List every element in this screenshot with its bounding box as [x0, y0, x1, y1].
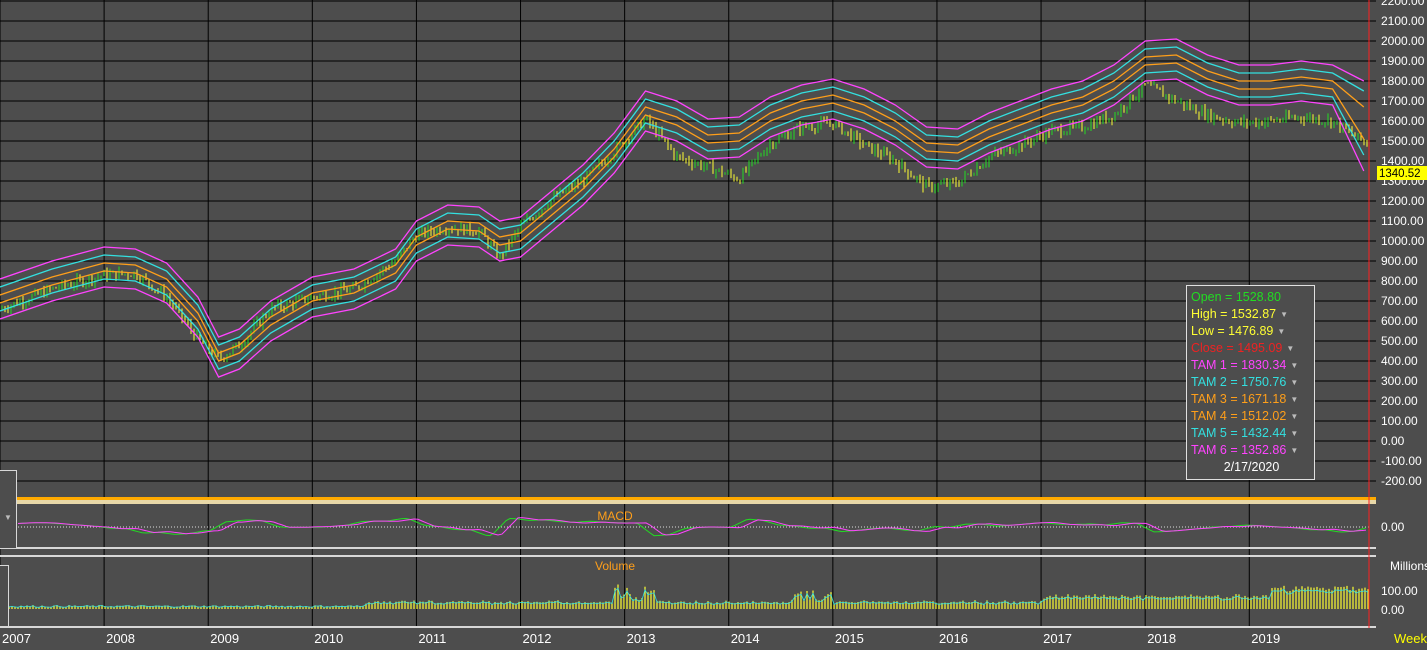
price-axis-tick: 1200.00	[1381, 194, 1425, 208]
legend-row[interactable]: TAM 2 = 1750.76 ▼	[1191, 374, 1314, 391]
volume-axis-tick-0: 0.00	[1381, 603, 1405, 617]
legend-value: TAM 5 = 1432.44	[1191, 426, 1287, 440]
dropdown-arrow-icon[interactable]: ▼	[1290, 391, 1298, 408]
volume-title: Volume	[595, 559, 635, 573]
time-axis-label: 2012	[523, 631, 552, 646]
price-axis-tick: 600.00	[1381, 314, 1418, 328]
macd-panel-tab[interactable]: ▼	[0, 470, 17, 549]
volume-panel-tab[interactable]	[0, 565, 9, 627]
legend-row[interactable]: TAM 6 = 1352.86 ▼	[1191, 442, 1314, 459]
dropdown-arrow-icon[interactable]: ▼	[1290, 425, 1298, 442]
price-axis-tick: 1800.00	[1381, 74, 1425, 88]
dropdown-arrow-icon[interactable]: ▼	[1290, 408, 1298, 425]
time-axis-label: 2011	[418, 631, 446, 646]
legend-value: TAM 1 = 1830.34	[1191, 358, 1287, 372]
dropdown-arrow-icon[interactable]: ▼	[1280, 306, 1288, 323]
legend-value: TAM 6 = 1352.86	[1191, 443, 1287, 457]
volume-axis-tick-100: 100.00	[1381, 584, 1418, 598]
legend-rows: Open = 1528.80 High = 1532.87 ▼ Low = 1476.…	[1191, 289, 1314, 459]
legend-row[interactable]: Close = 1495.09 ▼	[1191, 340, 1314, 357]
price-axis-tick: 300.00	[1381, 374, 1418, 388]
time-axis-label: 2015	[835, 631, 864, 646]
time-axis-label: 2017	[1043, 631, 1072, 646]
price-panel-divider[interactable]	[0, 497, 1427, 500]
chevron-down-icon[interactable]: ▼	[4, 513, 12, 522]
legend-value: High = 1532.87	[1191, 307, 1277, 321]
price-axis-tick: 1600.00	[1381, 114, 1425, 128]
price-axis-tick: -200.00	[1381, 474, 1422, 488]
time-axis-label: 2013	[627, 631, 656, 646]
price-axis-tick: 2000.00	[1381, 34, 1425, 48]
price-axis-tick: 400.00	[1381, 354, 1418, 368]
legend-value: TAM 4 = 1512.02	[1191, 409, 1287, 423]
price-panel-divider-edge	[0, 500, 1427, 504]
dropdown-arrow-icon[interactable]: ▼	[1290, 442, 1298, 459]
time-axis-label: 2010	[314, 631, 343, 646]
time-axis-label: 2016	[939, 631, 968, 646]
dropdown-arrow-icon[interactable]: ▼	[1277, 323, 1285, 340]
price-axis-tick: 1400.00	[1381, 154, 1425, 168]
legend-row[interactable]: TAM 3 = 1671.18 ▼	[1191, 391, 1314, 408]
price-axis-tick: 2200.00	[1381, 0, 1425, 8]
dropdown-arrow-icon[interactable]: ▼	[1286, 340, 1294, 357]
price-axis-tick: 200.00	[1381, 394, 1418, 408]
time-axis-label: 2014	[731, 631, 760, 646]
time-axis-label: 2009	[210, 631, 239, 646]
price-axis-tick: 0.00	[1381, 434, 1405, 448]
time-axis-divider[interactable]	[0, 626, 1376, 628]
data-legend[interactable]: Open = 1528.80 High = 1532.87 ▼ Low = 1476.…	[1186, 285, 1315, 480]
dropdown-arrow-icon[interactable]: ▼	[1290, 357, 1298, 374]
price-axis-tick: -100.00	[1381, 454, 1422, 468]
price-axis-tick: 800.00	[1381, 274, 1418, 288]
price-axis-tick: 1900.00	[1381, 54, 1425, 68]
period-label[interactable]: Week	[1394, 631, 1427, 646]
macd-title: MACD	[597, 509, 633, 523]
legend-value: TAM 2 = 1750.76	[1191, 375, 1287, 389]
price-axis-tick: 2100.00	[1381, 14, 1425, 28]
legend-value: Close = 1495.09	[1191, 341, 1283, 355]
legend-row[interactable]: TAM 5 = 1432.44 ▼	[1191, 425, 1314, 442]
legend-date: 2/17/2020	[1223, 460, 1280, 474]
price-axis-tick: 100.00	[1381, 414, 1418, 428]
time-axis-label: 2007	[2, 631, 31, 646]
time-axis-label: 2008	[106, 631, 135, 646]
legend-value: TAM 3 = 1671.18	[1191, 392, 1287, 406]
dropdown-arrow-icon[interactable]: ▼	[1290, 374, 1298, 391]
price-axis-tick: 500.00	[1381, 334, 1418, 348]
volume-panel-divider[interactable]	[0, 555, 1427, 557]
legend-value: Low = 1476.89	[1191, 324, 1274, 338]
price-axis-tick: 700.00	[1381, 294, 1418, 308]
price-axis-tick: 900.00	[1381, 254, 1418, 268]
price-axis-tick: 1100.00	[1381, 214, 1424, 228]
volume-unit-label: Millions	[1390, 559, 1427, 573]
price-axis-tick: 1000.00	[1381, 234, 1425, 248]
legend-row[interactable]: Low = 1476.89 ▼	[1191, 323, 1314, 340]
macd-panel-divider[interactable]	[16, 547, 1427, 549]
legend-row[interactable]: High = 1532.87 ▼	[1191, 306, 1314, 323]
price-axis-tick: 1700.00	[1381, 94, 1425, 108]
price-axis-tick: 1500.00	[1381, 134, 1425, 148]
time-axis-label: 2019	[1251, 631, 1280, 646]
legend-row[interactable]: Open = 1528.80	[1191, 289, 1314, 306]
time-axis-label: 2018	[1147, 631, 1176, 646]
last-price-label: 1340.52	[1379, 168, 1421, 180]
legend-row[interactable]: TAM 4 = 1512.02 ▼	[1191, 408, 1314, 425]
legend-value: Open = 1528.80	[1191, 290, 1282, 304]
macd-axis-tick: 0.00	[1381, 520, 1405, 534]
legend-row[interactable]: TAM 1 = 1830.34 ▼	[1191, 357, 1314, 374]
